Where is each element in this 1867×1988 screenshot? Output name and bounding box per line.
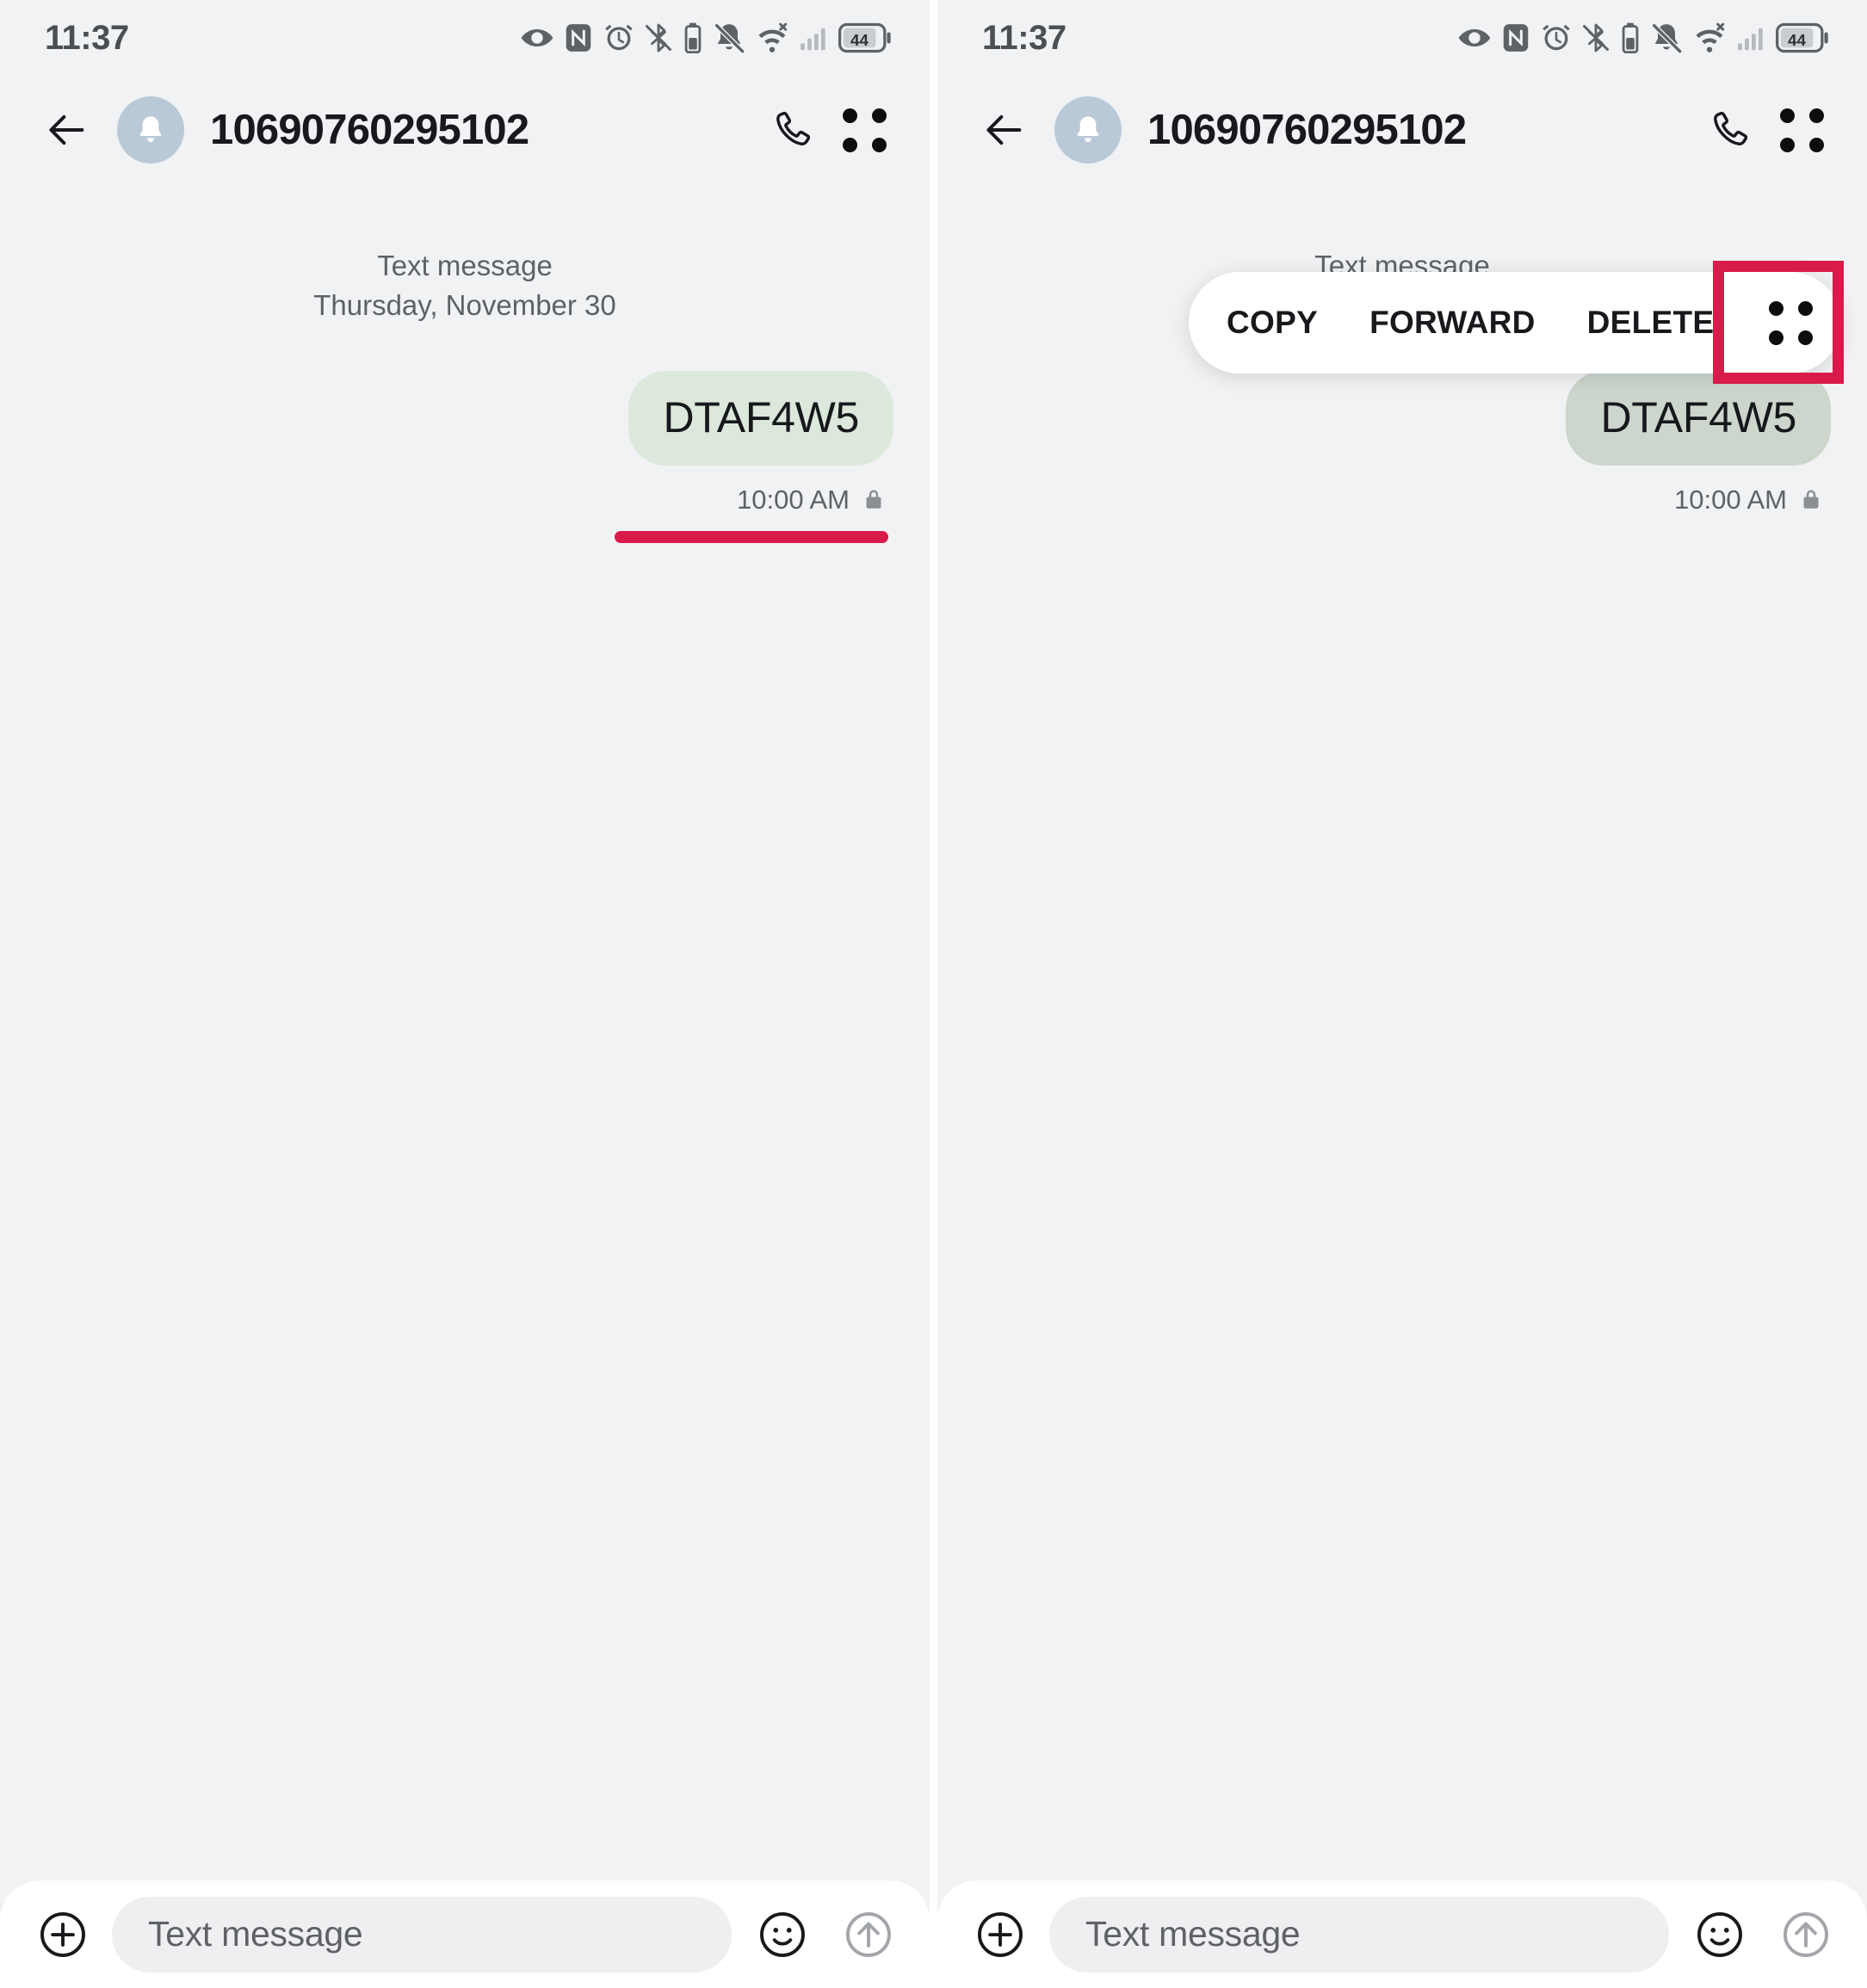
four-dot-overflow-icon [842, 108, 887, 152]
compose-bar: Text message [0, 1880, 930, 1988]
mute-bell-icon [1650, 22, 1683, 54]
page-title: 10690760295102 [1147, 107, 1467, 153]
alarm-icon [605, 24, 633, 51]
compose-bar: Text message [937, 1880, 1867, 1988]
eye-icon [521, 29, 553, 46]
message-input[interactable]: Text message [1049, 1896, 1669, 1973]
conversation-thread: Text message Thursday, November 30 DTAF4… [0, 184, 930, 1988]
four-dot-overflow-icon [1768, 300, 1813, 345]
message-date-label: Thursday, November 30 [313, 288, 616, 321]
app-bar: 10690760295102 [937, 76, 1867, 184]
emoji-button[interactable] [1685, 1899, 1755, 1970]
eye-icon [1458, 29, 1491, 46]
message-bubble[interactable]: DTAF4W5 [1566, 371, 1831, 466]
attach-button[interactable] [29, 1901, 96, 1968]
plus-circle-icon [978, 1911, 1023, 1957]
status-bar: 11:37 44 [937, 0, 1867, 76]
message-type-label: Text message [377, 250, 553, 281]
panel-divider [930, 0, 937, 1988]
emoji-button[interactable] [747, 1899, 818, 1970]
send-arrow-up-icon [1784, 1911, 1828, 1957]
phone-call-icon [1714, 111, 1748, 145]
status-bar-clock: 11:37 [982, 18, 1066, 57]
battery-icon: 44 [1776, 22, 1828, 53]
signal-no-service-icon [1738, 28, 1763, 51]
status-bar-clock: 11:37 [45, 18, 129, 57]
battery-saver-icon [684, 22, 702, 54]
svg-text:44: 44 [850, 31, 869, 49]
avatar[interactable] [1054, 96, 1122, 164]
lock-icon [866, 490, 881, 509]
message-row: DTAF4W5 10:00 AM [36, 371, 893, 544]
conversation-thread: Text message Thursday, November 30 DTAF4… [937, 184, 1867, 1988]
status-bar: 11:37 44 [0, 0, 930, 76]
page-title: 10690760295102 [210, 107, 529, 153]
bell-avatar-icon [139, 116, 162, 143]
message-timestamp-row: 10:00 AM [737, 485, 887, 516]
app-bar: 10690760295102 [0, 76, 930, 184]
message-input-placeholder: Text message [148, 1914, 363, 1954]
status-bar-icons: 44 [520, 21, 892, 55]
mute-bell-icon [713, 22, 745, 54]
message-timestamp: 10:00 AM [1674, 485, 1787, 516]
message-bubble[interactable]: DTAF4W5 [628, 371, 893, 466]
nfc-icon [566, 24, 591, 52]
back-button[interactable] [972, 96, 1039, 164]
menu-item-delete[interactable]: DELETE [1561, 305, 1740, 341]
back-arrow-icon [49, 114, 84, 145]
overflow-menu-button[interactable] [828, 94, 900, 166]
back-arrow-icon [986, 114, 1022, 145]
attach-button[interactable] [967, 1901, 1034, 1968]
message-timestamp-row: 10:00 AM [1674, 485, 1824, 516]
four-dot-overflow-icon [1779, 108, 1824, 152]
battery-icon: 44 [838, 22, 891, 53]
signal-no-service-icon [801, 28, 825, 51]
menu-overflow-button[interactable] [1740, 272, 1841, 374]
plus-circle-icon [40, 1911, 85, 1957]
wifi-icon [1696, 22, 1725, 52]
menu-item-forward[interactable]: FORWARD [1344, 305, 1561, 341]
send-button[interactable] [1771, 1899, 1841, 1970]
emoji-smiley-icon [1697, 1911, 1742, 1957]
call-button[interactable] [756, 94, 828, 166]
alarm-icon [1542, 24, 1570, 51]
avatar[interactable] [117, 96, 184, 164]
call-button[interactable] [1693, 94, 1765, 166]
emoji-smiley-icon [760, 1911, 805, 1957]
status-bar-icons: 44 [1457, 21, 1829, 55]
back-button[interactable] [34, 96, 102, 164]
phone-screen-left: 11:37 44 10690760295102 Text message Thu… [0, 0, 930, 1988]
svg-text:44: 44 [1788, 31, 1806, 49]
annotation-underline [615, 531, 888, 544]
message-row: DTAF4W5 10:00 AM [974, 371, 1831, 516]
message-action-menu[interactable]: COPY FORWARD DELETE [1189, 272, 1842, 374]
overflow-menu-button[interactable] [1765, 94, 1838, 166]
nfc-icon [1503, 24, 1529, 52]
bell-avatar-icon [1077, 116, 1099, 143]
battery-saver-icon [1622, 22, 1639, 54]
send-button[interactable] [833, 1899, 904, 1970]
phone-screen-right: 11:37 44 10690760295102 Text message DTA… [937, 0, 1867, 1988]
message-timestamp: 10:00 AM [737, 485, 850, 516]
wifi-icon [758, 22, 788, 52]
bluetooth-icon [646, 23, 671, 52]
lock-icon [1803, 490, 1819, 509]
menu-item-copy[interactable]: COPY [1189, 305, 1344, 341]
send-arrow-up-icon [846, 1911, 891, 1957]
message-input[interactable]: Text message [112, 1896, 732, 1973]
dual-screenshot-container: 11:37 44 10690760295102 Text message Thu… [0, 0, 1867, 1988]
message-input-placeholder: Text message [1085, 1914, 1301, 1954]
phone-call-icon [776, 111, 811, 145]
bluetooth-icon [1583, 23, 1609, 52]
